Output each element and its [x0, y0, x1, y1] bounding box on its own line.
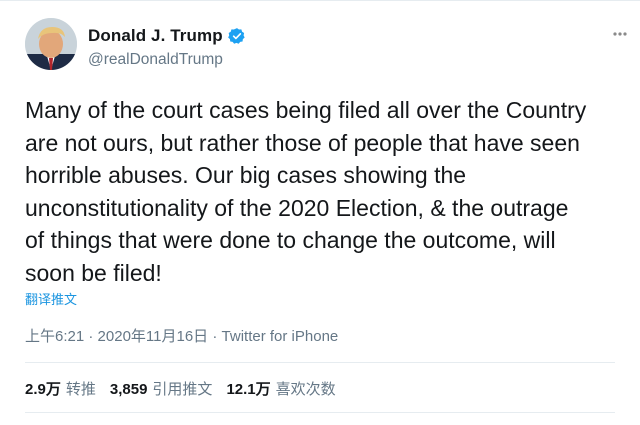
likes-label: 喜欢次数	[275, 381, 336, 398]
likes-stat[interactable]: 12.1万 喜欢次数	[226, 378, 335, 399]
author-display-name[interactable]: Donald J. Trump	[88, 26, 223, 46]
quote-tweets-count: 3,859	[109, 381, 148, 398]
translate-tweet-link[interactable]: 翻译推文	[25, 289, 77, 308]
avatar-image	[25, 18, 77, 70]
tweet-time[interactable]: 上午6:21	[25, 328, 84, 345]
tweet-date[interactable]: 2020年11月16日	[98, 328, 209, 345]
author-name-row: Donald J. Trump	[88, 26, 246, 46]
tweet-metadata: 上午6:21 · 2020年11月16日 · Twitter for iPhon…	[25, 325, 338, 346]
verified-badge-icon	[227, 27, 246, 45]
profile-avatar[interactable]	[25, 18, 77, 70]
meta-separator: ·	[84, 328, 98, 345]
meta-separator: ·	[208, 328, 222, 345]
tweet-text: Many of the court cases being filed all …	[25, 97, 587, 286]
tweet-client[interactable]: Twitter for iPhone	[222, 328, 339, 345]
retweets-label: 转推	[65, 381, 96, 398]
divider	[25, 362, 615, 363]
quote-tweets-label: 引用推文	[152, 381, 213, 398]
author-handle[interactable]: @realDonaldTrump	[88, 51, 223, 69]
more-options-icon[interactable]	[606, 24, 634, 44]
retweets-count: 2.9万	[25, 381, 61, 398]
likes-count: 12.1万	[226, 381, 271, 398]
quote-tweets-stat[interactable]: 3,859 引用推文	[110, 378, 213, 399]
engagement-stats: 2.9万 转推 3,859 引用推文 12.1万 喜欢次数	[25, 378, 350, 399]
divider	[25, 412, 615, 413]
retweets-stat[interactable]: 2.9万 转推	[25, 378, 96, 399]
tweet-card: Donald J. Trump @realDonaldTrump Many of…	[0, 0, 640, 425]
